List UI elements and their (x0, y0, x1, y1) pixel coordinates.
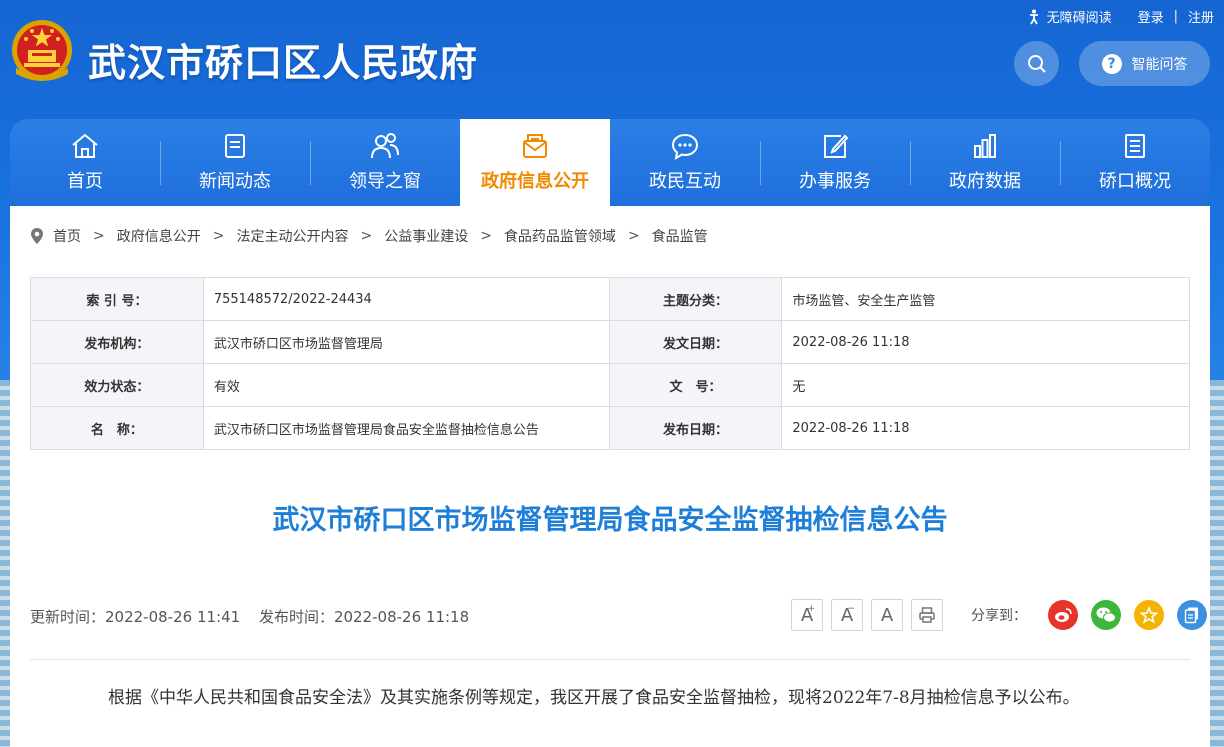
login-link[interactable]: 登录 (1138, 7, 1164, 26)
document-title: 武汉市硚口区市场监督管理局食品安全监督抽检信息公告 (272, 505, 948, 536)
doc-date-label: 发文日期： (608, 320, 783, 364)
nav-item-interaction[interactable]: 政民互动 (610, 119, 760, 206)
metadata-table: 索 引 号： 755148572/2022-24434 主题分类： 市场监管、安… (30, 277, 1190, 450)
doc-date-value: 2022-08-26 11:18 (781, 320, 1190, 364)
breadcrumb-arrow: > (480, 228, 492, 244)
document-icon (1125, 134, 1145, 158)
nav-item-home[interactable]: 首页 (10, 119, 160, 206)
nav-label: 领导之窗 (349, 171, 421, 192)
breadcrumb-arrow: > (93, 228, 105, 244)
national-emblem-logo (12, 20, 72, 81)
breadcrumb: 首页 > 政府信息公开 > 法定主动公开内容 > 公益事业建设 > 食品药品监管… (30, 226, 708, 246)
copy-icon (1184, 607, 1198, 624)
smart-qa-button[interactable]: ? 智能问答 (1079, 41, 1210, 86)
name-value: 武汉市硚口区市场监督管理局食品安全监督抽检信息公告 (202, 406, 610, 450)
status-value: 有效 (202, 363, 610, 407)
breadcrumb-home[interactable]: 首页 (53, 226, 81, 246)
index-value: 755148572/2022-24434 (202, 277, 610, 321)
nav-item-news[interactable]: 新闻动态 (160, 119, 310, 206)
mail-icon (523, 134, 547, 158)
font-increase-button[interactable]: A + (791, 599, 823, 631)
print-icon (919, 607, 935, 623)
register-link[interactable]: 注册 (1188, 7, 1214, 26)
link-separator: | (1173, 9, 1178, 24)
search-icon (1027, 54, 1046, 73)
nav-item-overview[interactable]: 硚口概况 (1060, 119, 1210, 206)
breadcrumb-food-supervision[interactable]: 食品监管 (652, 226, 708, 246)
share-favorite-button[interactable] (1134, 600, 1164, 630)
nav-item-gov-info[interactable]: 政府信息公开 (460, 119, 610, 206)
star-icon (1140, 606, 1158, 624)
chat-icon (671, 133, 699, 160)
doc-number-value: 无 (781, 363, 1190, 407)
status-label: 效力状态： (30, 363, 204, 407)
nav-item-leaders[interactable]: 领导之窗 (310, 119, 460, 206)
timestamps: 更新时间：2022-08-26 11:41 发布时间：2022-08-26 11… (30, 606, 469, 627)
breadcrumb-arrow: > (627, 228, 640, 244)
article-tools: A + A − A 分享到： (791, 599, 1207, 631)
accessibility-label: 无障碍阅读 (1046, 11, 1112, 26)
breadcrumb-food-drug[interactable]: 食品药品监管领域 (504, 226, 616, 246)
nav-label: 首页 (67, 171, 103, 192)
index-label: 索 引 号： (30, 277, 204, 321)
site-title[interactable]: 武汉市硚口区人民政府 (88, 32, 478, 87)
table-row: 发布机构： 武汉市硚口区市场监督管理局 发文日期： 2022-08-26 11:… (30, 320, 1190, 364)
font-reset-label: A (880, 604, 894, 626)
nav-label: 硚口概况 (1099, 171, 1171, 192)
breadcrumb-arrow: > (212, 228, 225, 244)
nav-label: 办事服务 (799, 171, 871, 192)
wechat-icon (1096, 607, 1116, 623)
accessibility-icon (1029, 9, 1038, 24)
content-card: 首页 > 政府信息公开 > 法定主动公开内容 > 公益事业建设 > 食品药品监管… (10, 206, 1210, 747)
article-body: 根据《中华人民共和国食品安全法》及其实施条例等规定，我区开展了食品安全监督抽检，… (108, 688, 1080, 708)
share-wechat-button[interactable] (1091, 600, 1121, 630)
share-copy-button[interactable] (1177, 600, 1207, 630)
nav-label: 政民互动 (649, 171, 721, 192)
doc-number-label: 文 号： (608, 363, 783, 407)
city-skyline-right (1210, 380, 1224, 747)
top-links: 无障碍阅读 登录 | 注册 (1026, 7, 1214, 26)
issuer-label: 发布机构： (30, 320, 204, 364)
topic-label: 主题分类： (608, 277, 783, 321)
updated-time: 更新时间：2022-08-26 11:41 (30, 608, 241, 626)
breadcrumb-public-welfare[interactable]: 公益事业建设 (384, 226, 468, 246)
pub-date-value: 2022-08-26 11:18 (781, 406, 1190, 450)
search-button[interactable] (1014, 41, 1059, 86)
edit-icon (824, 134, 849, 158)
nav-label: 政府信息公开 (481, 171, 589, 192)
news-icon (225, 134, 245, 158)
accessibility-link[interactable]: 无障碍阅读 (1026, 7, 1112, 26)
table-row: 效力状态： 有效 文 号： 无 (30, 363, 1190, 407)
breadcrumb-statutory[interactable]: 法定主动公开内容 (236, 226, 348, 246)
nav-label: 政府数据 (949, 171, 1021, 192)
smart-qa-label: 智能问答 (1131, 56, 1188, 73)
breadcrumb-arrow: > (360, 228, 373, 244)
share-label: 分享到： (971, 608, 1027, 624)
question-icon: ? (1101, 53, 1122, 74)
font-reset-button[interactable]: A (871, 599, 903, 631)
weibo-icon (1055, 608, 1072, 622)
nav-item-data[interactable]: 政府数据 (910, 119, 1060, 206)
print-button[interactable] (911, 599, 943, 631)
table-row: 索 引 号： 755148572/2022-24434 主题分类： 市场监管、安… (30, 277, 1190, 321)
bar-chart-icon (974, 134, 996, 158)
topic-value: 市场监管、安全生产监管 (781, 277, 1190, 321)
home-icon (72, 133, 98, 158)
content-divider (30, 659, 1190, 660)
name-label: 名 称： (30, 406, 204, 450)
table-row: 名 称： 武汉市硚口区市场监督管理局食品安全监督抽检信息公告 发布日期： 202… (30, 406, 1190, 450)
location-pin-icon (31, 228, 43, 244)
font-decrease-button[interactable]: A − (831, 599, 863, 631)
pub-date-label: 发布日期： (608, 406, 783, 450)
leaders-icon (371, 133, 399, 159)
share-weibo-button[interactable] (1048, 600, 1078, 630)
issuer-value: 武汉市硚口区市场监督管理局 (202, 320, 610, 364)
nav-item-services[interactable]: 办事服务 (760, 119, 910, 206)
published-time: 发布时间：2022-08-26 11:18 (258, 608, 470, 626)
main-nav: 首页 新闻动态 领导之窗 政府信息公开 政民互动 办事服务 政府数据 硚口概况 (10, 119, 1210, 206)
nav-label: 新闻动态 (199, 171, 271, 192)
breadcrumb-gov-info[interactable]: 政府信息公开 (117, 226, 201, 246)
